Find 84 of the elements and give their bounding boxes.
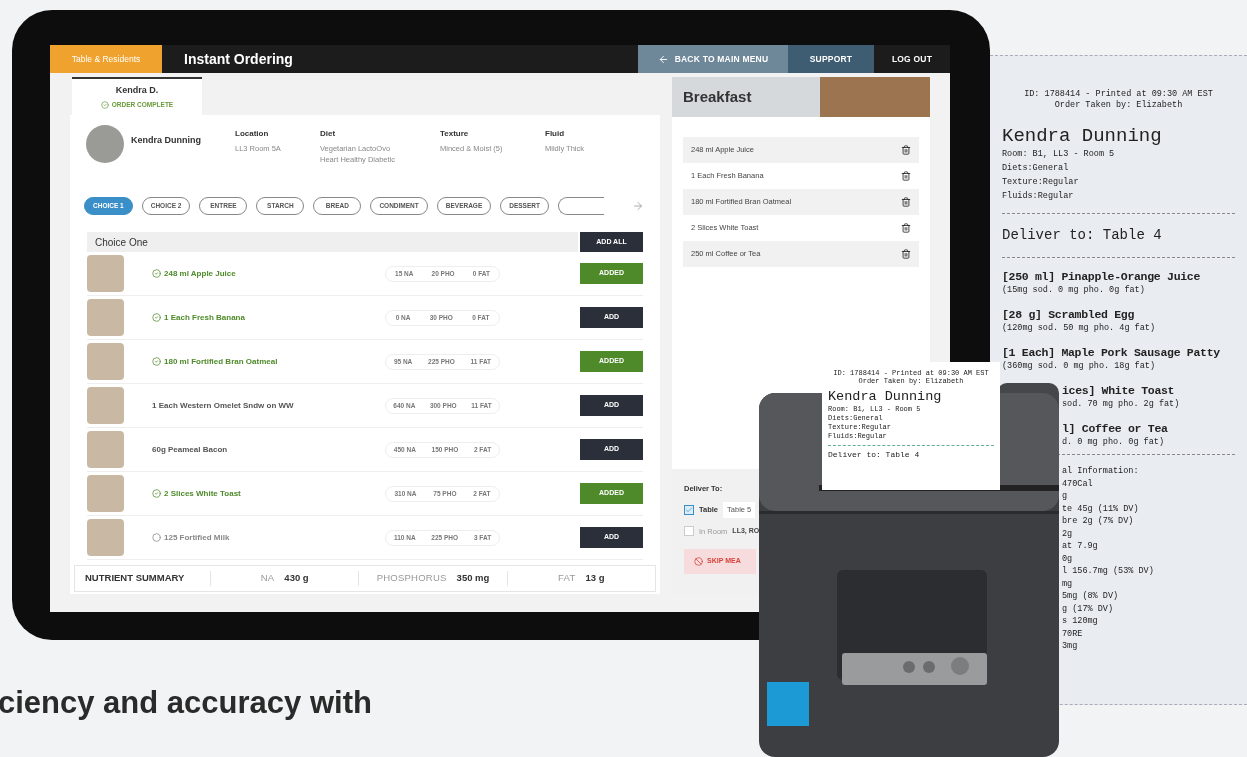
receipt-nutrition-line: g (17% DV) [1062,602,1114,615]
food-item-name: 248 ml Apple Juice [164,267,236,280]
receipt-detail: Diets:General [1002,162,1070,175]
food-item-name: 2 Slices White Toast [164,487,241,500]
delete-icon[interactable] [901,223,911,233]
check-circle-icon [152,269,161,278]
food-photo [87,299,124,336]
food-item-name: 125 Fortified Milk [164,531,230,544]
receipt-item-nutrients: d. 0 mg pho. 0g fat) [1062,436,1166,448]
field-label: Location [235,128,270,140]
receipt-nutrition-line: al Information: [1062,465,1140,478]
receipt-nutrition-line: l 156.7mg (53% DV) [1062,565,1155,578]
food-photo [87,387,124,424]
prohibited-icon [694,556,703,566]
receipt-item-nutrients: (15mg sod. 0 mg pho. 0g fat) [1002,284,1146,296]
resident-short-name: Kendra D. [115,83,159,97]
receipt-nutrition-line: 470Cal [1062,477,1094,490]
field-label: Diet [320,128,337,140]
field-label: Texture [440,128,470,140]
check-circle-icon [152,357,161,366]
receipt-nutrition-line: mg [1062,577,1074,590]
paper-deliver: Deliver to: Table 4 [828,450,921,460]
food-item-name: 1 Each Fresh Banana [164,311,245,324]
check-circle-icon [152,313,161,322]
receipt-header-line: ID: 1788414 - Printed at 09:30 AM EST [1023,89,1214,100]
check-circle-icon [100,101,109,110]
food-photo [87,431,124,468]
receipt-item-title: [1 Each] Maple Pork Sausage Patty [1002,346,1221,360]
summary-value: 13 g [585,571,605,586]
receipt-nutrition-line: s 120mg [1062,615,1099,628]
check-circle-icon [152,489,161,498]
food-item-name: 1 Each Western Omelet Sndw on WW [152,399,294,412]
avatar [86,125,124,163]
summary-label: FAT [558,571,576,586]
receipt-detail: Texture:Regular [1002,176,1080,189]
support-button[interactable]: SUPPORT [788,45,874,73]
delete-icon[interactable] [901,249,911,259]
receipt-item-title: [28 g] Scrambled Egg [1002,308,1136,322]
paper-name: Kendra Dunning [828,389,943,405]
food-photo [87,475,124,512]
food-photo [87,343,124,380]
meal-title: Breakfast [682,86,753,107]
back-button[interactable]: BACK TO MAIN MENU [638,45,788,73]
checkbox[interactable] [684,504,694,515]
delete-icon[interactable] [901,197,911,207]
receipt-nutrition-line: g [1062,490,1069,503]
receipt-nutrition-line: 70RE [1062,627,1084,640]
summary-value: 430 g [284,571,309,586]
receipt-header-line: Order Taken by: Elizabeth [1053,100,1184,111]
summary-label: PHOSPHORUS [376,571,447,586]
receipt-item-title: ices] White Toast [1062,384,1176,398]
summary-label: NA [260,571,275,586]
back-arrow-icon [657,53,669,65]
resident-name: Kendra Dunning [131,134,202,147]
receipt-item-title: [250 ml] Pinapple-Orange Juice [1002,270,1202,284]
delete-icon[interactable] [901,171,911,181]
receipt-nutrition-line: 5mg (8% DV) [1062,590,1120,603]
receipt-deliver: Deliver to: Table 4 [1002,226,1163,244]
receipt-item-nutrients: sod. 70 mg pho. 2g fat) [1062,398,1181,410]
field-label: Fluid [545,128,566,140]
receipt-nutrition-line: 0g [1062,552,1074,565]
receipt-nutrition-line: 3mg [1062,640,1079,653]
food-photo [87,255,124,292]
food-photo [87,519,124,556]
choice-header: Choice One [87,232,578,252]
receipt-nutrition-line: te 45g (11% DV) [1062,502,1140,515]
receipt-detail: Room: B1, LL3 - Room 5 [1002,148,1116,161]
checkbox[interactable] [684,526,694,537]
receipt-detail: Fluids:Regular [1002,190,1075,203]
food-item-name: 60g Peameal Bacon [152,443,228,456]
circle-icon [152,533,161,542]
tagline: ciency and accuracy with [0,684,373,722]
receipt-nutrition-line: at 7.9g [1062,540,1099,553]
receipt-item-title: l] Coffee or Tea [1062,422,1169,436]
receipt-nutrition-line: 2g [1062,527,1074,540]
receipt-item-nutrients: (360mg sod. 0 mg pho. 18g fat) [1002,360,1157,372]
summary-value: 350 mg [456,571,490,586]
receipt-nutrition-line: bre 2g (7% DV) [1062,515,1135,528]
food-item-name: 180 ml Fortified Bran Oatmeal [164,355,278,368]
receipt-name: Kendra Dunning [1002,125,1163,147]
summary-title: NUTRIENT SUMMARY [84,571,186,586]
receipt-item-nutrients: (120mg sod. 50 mg pho. 4g fat) [1002,322,1157,334]
app-title: Instant Ordering [183,49,294,69]
delete-icon[interactable] [901,145,911,155]
